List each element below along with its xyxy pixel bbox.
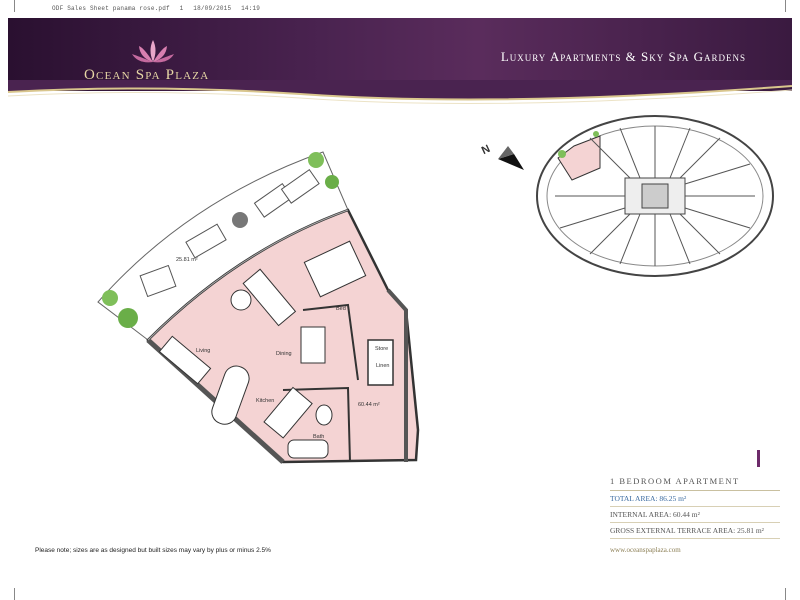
website-link[interactable]: www.oceanspaplaza.com: [610, 546, 780, 554]
terrace-area: GROSS EXTERNAL TERRACE AREA: 25.81 m²: [610, 523, 780, 539]
print-header: ODF Sales Sheet panama rose.pdf 1 18/09/…: [52, 5, 266, 12]
total-area: TOTAL AREA: 86.25 m²: [610, 491, 780, 507]
bed-label: Bed: [336, 306, 346, 312]
apartment-title: 1 Bedroom Apartment: [610, 476, 780, 491]
crop-mark: [14, 0, 15, 12]
terrace-area-label: 25.81 m²: [176, 257, 198, 263]
print-date: 18/09/2015: [193, 5, 232, 12]
kitchen-label: Kitchen: [256, 398, 275, 404]
brand-tagline: Luxury Apartments & Sky Spa Gardens: [500, 49, 746, 64]
apartment-floor-plan: [97, 151, 420, 464]
crop-mark: [785, 0, 786, 12]
building-key-plan: [536, 115, 774, 277]
internal-area-label: 60.44 m²: [358, 402, 380, 408]
apartment-info: 1 Bedroom Apartment TOTAL AREA: 86.25 m²…: [610, 476, 780, 554]
crop-mark: [14, 588, 15, 600]
dining-label: Dining: [276, 351, 292, 357]
print-filename: ODF Sales Sheet panama rose.pdf: [52, 5, 170, 12]
linen-label: Linen: [376, 363, 390, 369]
lotus-logo-icon: [132, 40, 174, 63]
store-label: Store: [375, 346, 389, 352]
bath-label: Bath: [313, 434, 325, 440]
size-disclaimer: Please note; sizes are as designed but b…: [35, 547, 271, 554]
crop-mark: [785, 588, 786, 600]
print-page: 1: [179, 5, 184, 12]
living-label: Living: [196, 348, 211, 354]
brand-name: Ocean Spa Plaza: [84, 67, 210, 83]
print-time: 14:19: [241, 5, 261, 12]
compass: N: [478, 142, 530, 176]
banner-wave: [7, 80, 793, 104]
internal-area: INTERNAL AREA: 60.44 m²: [610, 507, 780, 523]
accent-bar: [757, 450, 760, 467]
